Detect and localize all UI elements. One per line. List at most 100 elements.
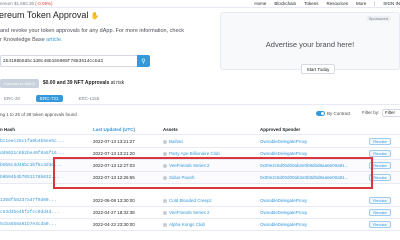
risk-tail: at risk (110, 80, 125, 86)
token-icon (163, 151, 167, 156)
table-row: b5b5c4d46bc1bf5c3d3e... 2022-07-13 12:27… (0, 160, 400, 172)
table-row: b0b04b4b7051178b632... 2022-07-13 12:26:… (0, 172, 400, 184)
last-updated: 2022-04-27 18:32:38 (93, 210, 135, 215)
last-updated: 2022-06-09 13:30:00 (93, 198, 135, 203)
asset-name: Baihan (169, 139, 184, 144)
asset-link[interactable]: Party Ape Billionaire Club (163, 151, 220, 156)
connect-row: Connect to Web3 $0.00 and 39 NFT Approva… (0, 78, 124, 88)
token-icon (163, 198, 167, 203)
last-updated: 2022-07-13 13:21:20 (93, 151, 135, 156)
table-row: bc1eec26c1fa0b4b5ee5c... 2022-07-13 13:2… (0, 136, 400, 148)
last-updated: 2022-07-13 12:27:03 (93, 163, 135, 168)
toggle-switch[interactable] (316, 111, 325, 116)
connect-web3-button[interactable]: Connect to Web3 (0, 78, 39, 88)
col-last-updated[interactable]: Last Updated (UTC) (93, 127, 135, 132)
filter-label: Filter by: (362, 110, 380, 115)
revoke-button[interactable]: Revoke (369, 209, 391, 216)
revoke-button[interactable]: Revoke (369, 197, 391, 204)
txn-hash-link[interactable]: c53d3be4bf2fcc0dd4d... (0, 210, 59, 215)
nav-more[interactable]: More (356, 1, 366, 6)
sign-in-link[interactable]: SIGN IN (383, 1, 400, 6)
spender-link[interactable]: OwnableDelegateProxy (260, 139, 307, 144)
risk-summary: $0.00 and 39 NFT Approvals at risk (43, 80, 124, 86)
spender-link[interactable]: OwnableDelegateProxy (260, 210, 307, 215)
asset-name: Sidus Pounh (169, 175, 195, 180)
revoke-button[interactable]: Revoke (369, 138, 391, 145)
address-search: ⚲ (0, 55, 150, 67)
nav-blockchain[interactable]: Blockchain (274, 1, 296, 6)
tab-erc721[interactable]: ERC-721 (36, 95, 63, 102)
description-line-1: and revoke your token approvals for any … (0, 28, 185, 34)
last-updated: 2022-04-22 23:30:00 (93, 222, 135, 227)
price-value: ereum $1,660.36 (0, 1, 35, 6)
asset-name: Cold Blooded Creepz (169, 198, 212, 203)
table-header: n Hash Last Updated (UTC) Assets Approve… (0, 124, 400, 135)
sponsored-badge: Sponsored (365, 16, 391, 21)
revoke-button[interactable]: Revoke (369, 174, 391, 181)
spender-link[interactable]: OwnableDelegateProxy (260, 198, 307, 203)
asset-name: VeeFriends Series 2 (169, 163, 210, 168)
asset-link[interactable]: Alpha Kongs Club (163, 222, 205, 227)
asset-link[interactable]: Cold Blooded Creepz (163, 198, 212, 203)
asset-name: Alpha Kongs Club (169, 222, 206, 227)
nav-divider (374, 1, 376, 6)
nav-resources[interactable]: Resources (326, 1, 348, 6)
price-change: (-0.09%) (35, 1, 53, 6)
risk-and: and (56, 80, 66, 86)
knowledge-base-link[interactable]: article. (46, 37, 62, 43)
col-txn-hash: n Hash (0, 127, 16, 132)
txn-hash-link[interactable]: 1368fb8237a47f9d00... (0, 198, 57, 203)
token-tabs: ERC-20 ERC-721 ERC-1155 (0, 94, 103, 103)
nav-tokens[interactable]: Tokens (304, 1, 318, 6)
start-today-button[interactable]: Start Today (301, 64, 335, 74)
nav-home[interactable]: Home (254, 1, 266, 6)
col-approved-spender: Approved Spender (260, 127, 301, 132)
spender-link[interactable]: OwnableDelegateProxy (260, 222, 307, 227)
page-title: ereum Token Approval ✋ (0, 10, 100, 20)
hand-icon: ✋ (90, 13, 100, 20)
table-row: 5cba5b8a01b7e3cda0... 2022-04-22 23:30:0… (0, 219, 400, 231)
spender-link[interactable]: OwnableDelegateProxy (260, 151, 307, 156)
asset-link[interactable]: Baihan (163, 139, 183, 144)
txn-hash-link[interactable]: b5b5c4d46bc1bf5c3d3e... (0, 163, 62, 168)
table-row: c53d3be4bf2fcc0dd4d... 2022-04-27 18:32:… (0, 207, 400, 219)
asset-link[interactable]: VeeFriends Series 2 (163, 210, 210, 215)
table-row: dd9021c6b2be46f9a5f16... 2022-07-13 13:2… (0, 148, 400, 160)
tab-erc20[interactable]: ERC-20 (0, 95, 24, 102)
page-description: and revoke your token approvals for any … (0, 27, 200, 45)
asset-name: VeeFriends Series 2 (169, 210, 210, 215)
page-title-text: ereum Token Approval (0, 10, 89, 20)
ad-title: Advertise your brand here! (265, 40, 355, 49)
txn-hash-link[interactable]: b0b04b4b7051178b632... (0, 175, 59, 180)
revoke-button[interactable]: Revoke (369, 162, 391, 169)
txn-hash-link[interactable]: 5cba5b8a01b7e3cda0... (0, 222, 57, 227)
results-count: ng 1 to 25 of 39 token approvals found (0, 112, 77, 117)
risk-count: 39 NFT Approvals (67, 80, 110, 86)
tab-erc1155[interactable]: ERC-1155 (75, 95, 104, 102)
txn-hash-link[interactable]: dd9021c6b2be46f9a5f16... (0, 151, 65, 156)
by-contract-toggle[interactable]: By Contract (316, 111, 351, 116)
main-nav: Home Blockchain Tokens Resources More SI… (254, 0, 400, 7)
table-row: 1368fb8237a47f9d00... 2022-06-09 13:30:0… (0, 195, 400, 207)
asset-link[interactable]: Sidus Pounh (163, 175, 195, 180)
token-icon (163, 210, 167, 215)
spender-link[interactable]: 0x00e2c5d00d00ab2e0b8d0d8aa6e00a91... (260, 175, 348, 180)
asset-link[interactable]: VeeFriends Series 2 (163, 163, 210, 168)
revoke-button[interactable]: Revoke (369, 150, 391, 157)
spender-link[interactable]: 0x00e2c5d00d00ab2e0b8d0d8aa6e00a91... (260, 163, 348, 168)
col-assets: Assets (163, 127, 178, 132)
token-icon (163, 222, 167, 227)
search-icon: ⚲ (141, 58, 146, 65)
txn-hash-link[interactable]: bc1eec26c1fa0b4b5ee5c... (0, 139, 65, 144)
revoke-button[interactable]: Revoke (369, 221, 391, 228)
asset-name: Party Ape Billionaire Club (169, 151, 220, 156)
approvals-card: ng 1 to 25 of 39 token approvals found B… (0, 104, 400, 240)
filter-select[interactable]: Filter (382, 109, 400, 117)
by-contract-label: By Contract (327, 111, 351, 116)
last-updated: 2022-07-13 12:26:55 (93, 175, 135, 180)
token-icon (163, 163, 167, 168)
ad-banner[interactable]: Sponsored Advertise your brand here! Sta… (220, 12, 400, 74)
address-input[interactable] (0, 55, 137, 67)
last-updated: 2022-07-13 13:21:27 (93, 139, 135, 144)
search-button[interactable]: ⚲ (137, 55, 150, 67)
